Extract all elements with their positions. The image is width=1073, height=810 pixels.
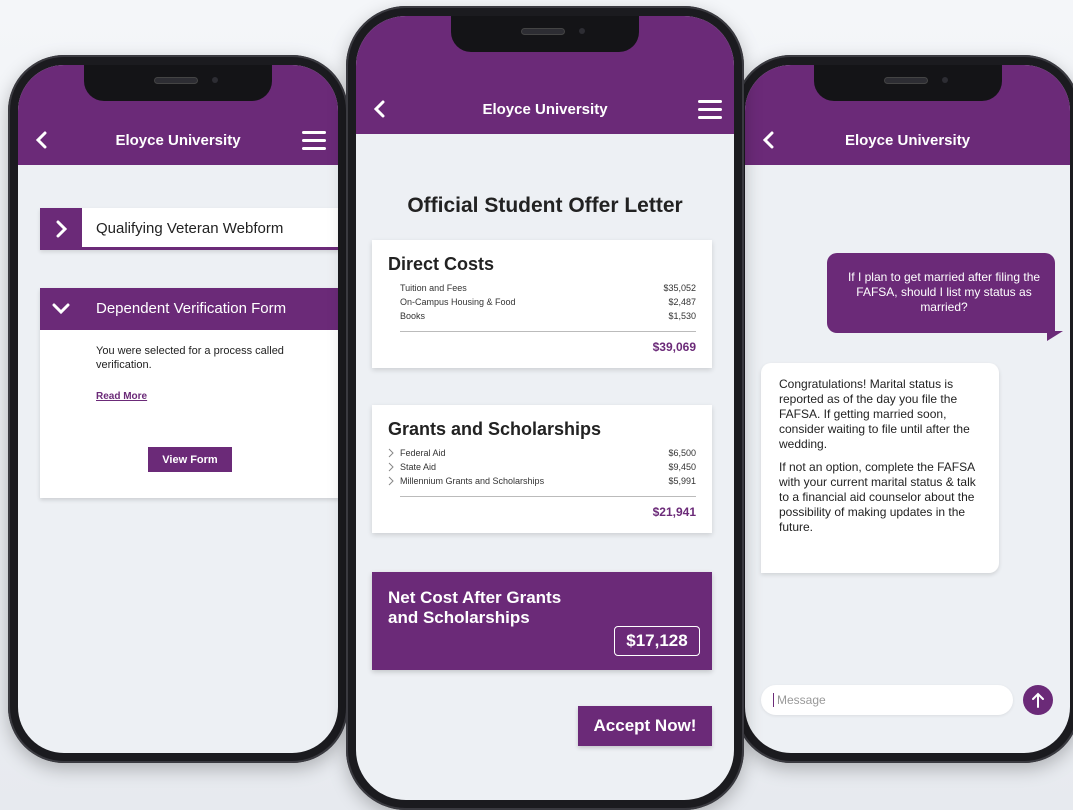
- send-button[interactable]: [1023, 685, 1053, 715]
- grant-row[interactable]: Federal Aid $6,500: [388, 446, 696, 460]
- verification-description: You were selected for a process called v…: [96, 345, 284, 371]
- phone-right-screen: Eloyce University If I plan to get marri…: [745, 65, 1070, 753]
- message-input[interactable]: Message: [761, 685, 1013, 715]
- cost-label: On-Campus Housing & Food: [400, 297, 516, 307]
- direct-costs-title: Direct Costs: [388, 254, 495, 274]
- grant-amount: $9,450: [668, 462, 696, 472]
- cost-label: Books: [400, 311, 426, 321]
- notch: [451, 16, 639, 52]
- cost-row: Books $1,530: [388, 309, 696, 323]
- net-cost-label: Net Cost After Grants and Scholarships: [388, 588, 562, 627]
- net-cost-card: Net Cost After Grants and Scholarships $…: [372, 572, 712, 670]
- notch: [84, 65, 272, 101]
- page-title: Official Student Offer Letter: [407, 194, 683, 217]
- veteran-webform-label: Qualifying Veteran Webform: [96, 220, 284, 237]
- app-title: Eloyce University: [482, 101, 608, 118]
- cost-row: On-Campus Housing & Food $2,487: [388, 295, 696, 309]
- grants-card: Grants and Scholarships Federal Aid $6,5…: [372, 405, 712, 533]
- notch: [813, 65, 1002, 101]
- phone-center-screen: Eloyce University Official Student Offer…: [356, 16, 734, 800]
- dependent-verification-label: Dependent Verification Form: [96, 300, 287, 317]
- direct-costs-card: Direct Costs Tuition and Fees $35,052 On…: [372, 240, 712, 368]
- cost-amount: $1,530: [668, 311, 696, 321]
- phone-left-screen: Eloyce University Qualifying Veteran Web…: [18, 65, 338, 753]
- grant-label: Federal Aid: [400, 448, 446, 458]
- incoming-message-paragraph: If not an option, complete the FAFSA wit…: [779, 460, 976, 534]
- arrow-up-icon: [1032, 692, 1044, 708]
- grant-row[interactable]: State Aid $9,450: [388, 460, 696, 474]
- phone-left: Eloyce University Qualifying Veteran Web…: [8, 55, 348, 763]
- cost-label: Tuition and Fees: [400, 283, 467, 293]
- phone-center: Eloyce University Official Student Offer…: [346, 6, 744, 810]
- accept-now-button[interactable]: Accept Now!: [578, 706, 712, 746]
- divider: [400, 331, 696, 332]
- dependent-verification-body: You were selected for a process called v…: [40, 330, 338, 404]
- hamburger-menu-icon[interactable]: [698, 100, 722, 119]
- net-cost-amount: $17,128: [614, 626, 700, 656]
- grant-label: Millennium Grants and Scholarships: [400, 476, 545, 486]
- cost-amount: $35,052: [663, 283, 696, 293]
- cost-row: Tuition and Fees $35,052: [388, 281, 696, 295]
- phone-right: Eloyce University If I plan to get marri…: [735, 55, 1073, 763]
- dependent-verification-header[interactable]: Dependent Verification Form: [40, 288, 338, 330]
- chevron-right-icon: [40, 208, 82, 250]
- grant-amount: $6,500: [668, 448, 696, 458]
- incoming-message-paragraph: Congratulations! Marital status is repor…: [779, 377, 970, 451]
- app-title: Eloyce University: [115, 132, 241, 149]
- app-title: Eloyce University: [844, 132, 971, 149]
- chevron-right-icon: [388, 462, 394, 472]
- message-placeholder: Message: [777, 693, 826, 707]
- hamburger-menu-icon[interactable]: [302, 131, 326, 150]
- dependent-verification-card: Dependent Verification Form You were sel…: [40, 288, 338, 498]
- chevron-down-icon: [52, 303, 70, 315]
- grant-label: State Aid: [400, 462, 437, 472]
- chevron-right-icon: [388, 448, 394, 458]
- veteran-webform-item[interactable]: Qualifying Veteran Webform: [40, 208, 338, 250]
- grant-row[interactable]: Millennium Grants and Scholarships $5,99…: [388, 474, 696, 488]
- grants-title: Grants and Scholarships: [388, 419, 602, 439]
- read-more-link[interactable]: Read More: [96, 390, 147, 404]
- chevron-right-icon: [388, 476, 394, 486]
- cost-amount: $2,487: [668, 297, 696, 307]
- outgoing-message-text: If I plan to get married after filing th…: [847, 270, 1041, 314]
- incoming-message: Congratulations! Marital status is repor…: [761, 363, 999, 573]
- direct-costs-total: $39,069: [652, 340, 696, 354]
- grants-total: $21,941: [652, 505, 696, 519]
- outgoing-message: If I plan to get married after filing th…: [827, 253, 1063, 341]
- divider: [400, 496, 696, 497]
- view-form-button[interactable]: View Form: [148, 447, 232, 472]
- grant-amount: $5,991: [668, 476, 696, 486]
